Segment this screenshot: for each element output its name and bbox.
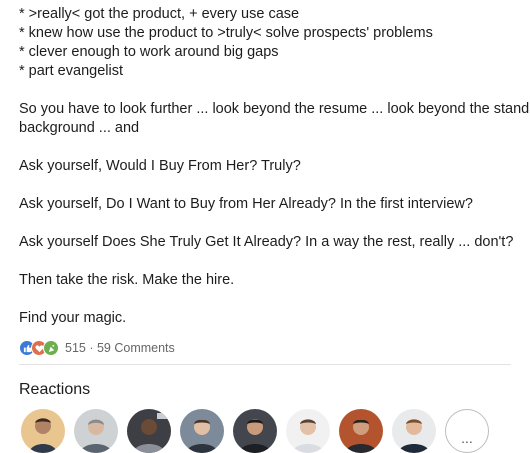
post-line: * part evangelist — [19, 63, 123, 79]
post-line: background ... and — [19, 120, 140, 136]
avatar[interactable] — [339, 409, 383, 453]
post-line: So you have to look further ... look bey… — [19, 101, 530, 117]
celebrate-icon — [43, 340, 59, 356]
post-line: * knew how use the product to >truly< so… — [19, 25, 433, 41]
comments-link[interactable]: 59 Comments — [97, 341, 175, 355]
reaction-icons[interactable] — [19, 340, 59, 356]
reactions-heading: Reactions — [19, 381, 91, 398]
post-line: Ask yourself, Do I Want to Buy from Her … — [19, 196, 473, 212]
post-line: * clever enough to work around big gaps — [19, 44, 279, 60]
post-line: Find your magic. — [19, 310, 127, 326]
divider — [19, 364, 511, 365]
reactor-avatars: ... — [21, 409, 489, 453]
avatar[interactable] — [180, 409, 224, 453]
post-line: Then take the risk. Make the hire. — [19, 272, 235, 288]
reaction-count[interactable]: 515 — [65, 341, 86, 355]
avatar[interactable] — [127, 409, 171, 453]
more-reactions-button[interactable]: ... — [445, 409, 489, 453]
post-line: Ask yourself, Would I Buy From Her? Trul… — [19, 158, 301, 174]
avatar[interactable] — [233, 409, 277, 453]
reaction-comment-count[interactable]: 515 · 59 Comments — [65, 341, 175, 355]
post-line: * >really< got the product, + every use … — [19, 6, 300, 22]
avatar[interactable] — [21, 409, 65, 453]
avatar[interactable] — [74, 409, 118, 453]
avatar[interactable] — [392, 409, 436, 453]
post-line: Ask yourself Does She Truly Get It Alrea… — [19, 234, 514, 250]
avatar[interactable] — [286, 409, 330, 453]
count-separator: · — [85, 341, 97, 355]
social-counts[interactable]: 515 · 59 Comments — [19, 339, 175, 357]
